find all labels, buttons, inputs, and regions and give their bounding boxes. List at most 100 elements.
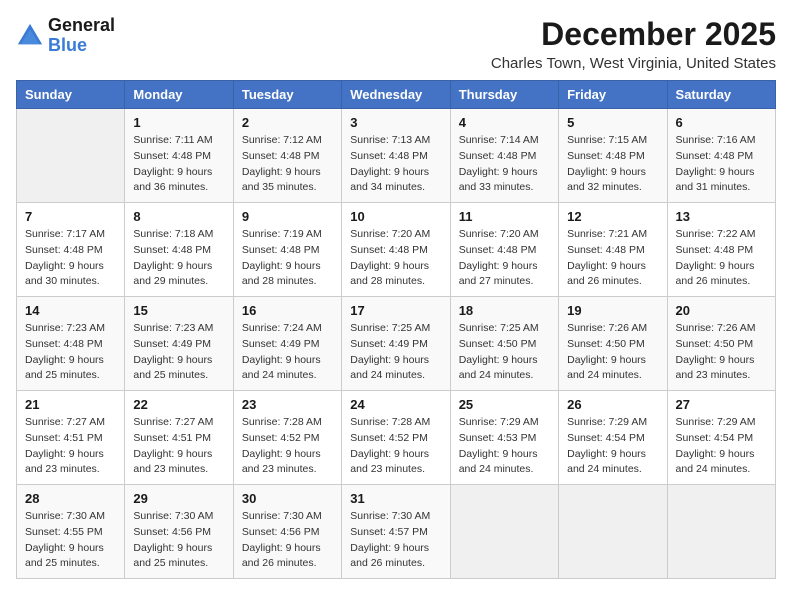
day-info: Sunrise: 7:23 AM Sunset: 4:48 PM Dayligh… xyxy=(25,321,116,384)
day-number: 19 xyxy=(567,303,658,318)
calendar-cell xyxy=(559,485,667,579)
day-info: Sunrise: 7:19 AM Sunset: 4:48 PM Dayligh… xyxy=(242,227,333,290)
day-number: 16 xyxy=(242,303,333,318)
day-info: Sunrise: 7:28 AM Sunset: 4:52 PM Dayligh… xyxy=(350,415,441,478)
day-number: 31 xyxy=(350,491,441,506)
day-info: Sunrise: 7:18 AM Sunset: 4:48 PM Dayligh… xyxy=(133,227,224,290)
weekday-header-monday: Monday xyxy=(125,81,233,109)
calendar-cell: 26Sunrise: 7:29 AM Sunset: 4:54 PM Dayli… xyxy=(559,391,667,485)
weekday-header-sunday: Sunday xyxy=(17,81,125,109)
calendar-week-row: 14 Sunrise: 7:23 AM Sunset: 4:48 PM Dayli… xyxy=(17,297,776,391)
day-info: Sunrise: 7:25 AM Sunset: 4:50 PM Dayligh… xyxy=(459,321,550,384)
calendar-cell: 10Sunrise: 7:20 AM Sunset: 4:48 PM Dayli… xyxy=(342,203,450,297)
logo: General Blue xyxy=(16,16,115,56)
day-info: Sunrise: 7:30 AM Sunset: 4:55 PM Dayligh… xyxy=(25,509,116,572)
day-number: 7 xyxy=(25,209,116,224)
calendar-cell: 22 Sunrise: 7:27 AM Sunset: 4:51 PM Dayli… xyxy=(125,391,233,485)
day-info: Sunrise: 7:21 AM Sunset: 4:48 PM Dayligh… xyxy=(567,227,658,290)
calendar-cell: 1 Sunrise: 7:11 AM Sunset: 4:48 PM Daylig… xyxy=(125,109,233,203)
weekday-header-wednesday: Wednesday xyxy=(342,81,450,109)
calendar-cell: 23Sunrise: 7:28 AM Sunset: 4:52 PM Dayli… xyxy=(233,391,341,485)
calendar-cell: 19 Sunrise: 7:26 AM Sunset: 4:50 PM Dayli… xyxy=(559,297,667,391)
day-number: 1 xyxy=(133,115,224,130)
calendar-week-row: 28 Sunrise: 7:30 AM Sunset: 4:55 PM Dayli… xyxy=(17,485,776,579)
day-info: Sunrise: 7:30 AM Sunset: 4:56 PM Dayligh… xyxy=(133,509,224,572)
day-number: 15 xyxy=(133,303,224,318)
day-info: Sunrise: 7:28 AM Sunset: 4:52 PM Dayligh… xyxy=(242,415,333,478)
weekday-header-row: SundayMondayTuesdayWednesdayThursdayFrid… xyxy=(17,81,776,109)
day-info: Sunrise: 7:24 AM Sunset: 4:49 PM Dayligh… xyxy=(242,321,333,384)
day-info: Sunrise: 7:29 AM Sunset: 4:53 PM Dayligh… xyxy=(459,415,550,478)
calendar-cell: 4 Sunrise: 7:14 AM Sunset: 4:48 PM Daylig… xyxy=(450,109,558,203)
weekday-header-saturday: Saturday xyxy=(667,81,775,109)
day-number: 3 xyxy=(350,115,441,130)
calendar-week-row: 21 Sunrise: 7:27 AM Sunset: 4:51 PM Dayli… xyxy=(17,391,776,485)
weekday-header-tuesday: Tuesday xyxy=(233,81,341,109)
calendar-cell: 20 Sunrise: 7:26 AM Sunset: 4:50 PM Dayli… xyxy=(667,297,775,391)
day-number: 29 xyxy=(133,491,224,506)
day-info: Sunrise: 7:25 AM Sunset: 4:49 PM Dayligh… xyxy=(350,321,441,384)
day-number: 6 xyxy=(676,115,767,130)
day-info: Sunrise: 7:13 AM Sunset: 4:48 PM Dayligh… xyxy=(350,133,441,196)
calendar-cell: 13 Sunrise: 7:22 AM Sunset: 4:48 PM Dayli… xyxy=(667,203,775,297)
calendar-cell xyxy=(667,485,775,579)
day-info: Sunrise: 7:20 AM Sunset: 4:48 PM Dayligh… xyxy=(459,227,550,290)
title-block: December 2025 Charles Town, West Virgini… xyxy=(491,16,776,72)
day-info: Sunrise: 7:26 AM Sunset: 4:50 PM Dayligh… xyxy=(567,321,658,384)
calendar-cell: 6 Sunrise: 7:16 AM Sunset: 4:48 PM Daylig… xyxy=(667,109,775,203)
calendar-week-row: 7 Sunrise: 7:17 AM Sunset: 4:48 PM Daylig… xyxy=(17,203,776,297)
page-header: General Blue December 2025 Charles Town,… xyxy=(16,16,776,72)
day-number: 12 xyxy=(567,209,658,224)
calendar-cell: 3 Sunrise: 7:13 AM Sunset: 4:48 PM Daylig… xyxy=(342,109,450,203)
calendar-cell: 25Sunrise: 7:29 AM Sunset: 4:53 PM Dayli… xyxy=(450,391,558,485)
logo-icon xyxy=(16,22,44,50)
calendar-cell: 17 Sunrise: 7:25 AM Sunset: 4:49 PM Dayli… xyxy=(342,297,450,391)
day-info: Sunrise: 7:12 AM Sunset: 4:48 PM Dayligh… xyxy=(242,133,333,196)
day-number: 26 xyxy=(567,397,658,412)
calendar-cell: 15 Sunrise: 7:23 AM Sunset: 4:49 PM Dayli… xyxy=(125,297,233,391)
calendar-table: SundayMondayTuesdayWednesdayThursdayFrid… xyxy=(16,80,776,579)
day-number: 9 xyxy=(242,209,333,224)
logo-text: General Blue xyxy=(48,16,115,56)
day-info: Sunrise: 7:14 AM Sunset: 4:48 PM Dayligh… xyxy=(459,133,550,196)
day-number: 17 xyxy=(350,303,441,318)
day-info: Sunrise: 7:27 AM Sunset: 4:51 PM Dayligh… xyxy=(133,415,224,478)
day-info: Sunrise: 7:16 AM Sunset: 4:48 PM Dayligh… xyxy=(676,133,767,196)
day-info: Sunrise: 7:30 AM Sunset: 4:57 PM Dayligh… xyxy=(350,509,441,572)
calendar-cell: 21Sunrise: 7:27 AM Sunset: 4:51 PM Dayli… xyxy=(17,391,125,485)
day-number: 8 xyxy=(133,209,224,224)
day-number: 28 xyxy=(25,491,116,506)
calendar-week-row: 1 Sunrise: 7:11 AM Sunset: 4:48 PM Daylig… xyxy=(17,109,776,203)
day-number: 22 xyxy=(133,397,224,412)
day-number: 20 xyxy=(676,303,767,318)
day-number: 24 xyxy=(350,397,441,412)
day-number: 2 xyxy=(242,115,333,130)
day-info: Sunrise: 7:11 AM Sunset: 4:48 PM Dayligh… xyxy=(133,133,224,196)
calendar-cell: 12 Sunrise: 7:21 AM Sunset: 4:48 PM Dayli… xyxy=(559,203,667,297)
calendar-cell: 7 Sunrise: 7:17 AM Sunset: 4:48 PM Daylig… xyxy=(17,203,125,297)
day-info: Sunrise: 7:22 AM Sunset: 4:48 PM Dayligh… xyxy=(676,227,767,290)
day-info: Sunrise: 7:17 AM Sunset: 4:48 PM Dayligh… xyxy=(25,227,116,290)
day-number: 27 xyxy=(676,397,767,412)
calendar-cell: 24 Sunrise: 7:28 AM Sunset: 4:52 PM Dayli… xyxy=(342,391,450,485)
day-info: Sunrise: 7:29 AM Sunset: 4:54 PM Dayligh… xyxy=(676,415,767,478)
calendar-cell: 30Sunrise: 7:30 AM Sunset: 4:56 PM Dayli… xyxy=(233,485,341,579)
day-number: 14 xyxy=(25,303,116,318)
calendar-cell: 18Sunrise: 7:25 AM Sunset: 4:50 PM Dayli… xyxy=(450,297,558,391)
calendar-cell: 28 Sunrise: 7:30 AM Sunset: 4:55 PM Dayli… xyxy=(17,485,125,579)
calendar-cell: 8 Sunrise: 7:18 AM Sunset: 4:48 PM Daylig… xyxy=(125,203,233,297)
calendar-cell: 27 Sunrise: 7:29 AM Sunset: 4:54 PM Dayli… xyxy=(667,391,775,485)
day-number: 10 xyxy=(350,209,441,224)
day-info: Sunrise: 7:26 AM Sunset: 4:50 PM Dayligh… xyxy=(676,321,767,384)
day-number: 21 xyxy=(25,397,116,412)
calendar-cell xyxy=(17,109,125,203)
day-number: 4 xyxy=(459,115,550,130)
day-info: Sunrise: 7:23 AM Sunset: 4:49 PM Dayligh… xyxy=(133,321,224,384)
day-number: 13 xyxy=(676,209,767,224)
weekday-header-thursday: Thursday xyxy=(450,81,558,109)
calendar-cell: 5Sunrise: 7:15 AM Sunset: 4:48 PM Daylig… xyxy=(559,109,667,203)
calendar-cell: 9 Sunrise: 7:19 AM Sunset: 4:48 PM Daylig… xyxy=(233,203,341,297)
location-title: Charles Town, West Virginia, United Stat… xyxy=(491,55,776,72)
calendar-cell: 14 Sunrise: 7:23 AM Sunset: 4:48 PM Dayli… xyxy=(17,297,125,391)
weekday-header-friday: Friday xyxy=(559,81,667,109)
